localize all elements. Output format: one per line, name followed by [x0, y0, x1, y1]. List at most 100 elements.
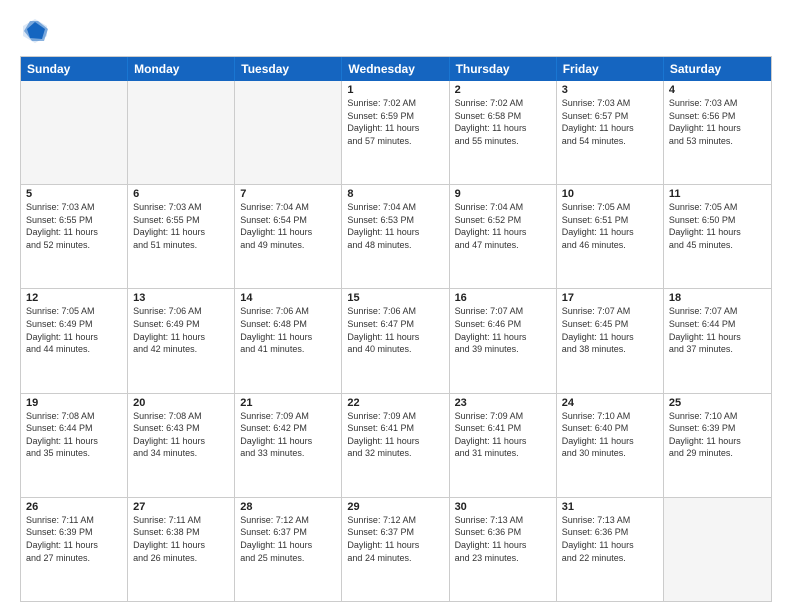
calendar-cell: 3Sunrise: 7:03 AM Sunset: 6:57 PM Daylig…	[557, 81, 664, 184]
day-number: 13	[133, 292, 229, 304]
cell-info: Sunrise: 7:12 AM Sunset: 6:37 PM Dayligh…	[240, 514, 336, 564]
calendar: SundayMondayTuesdayWednesdayThursdayFrid…	[20, 56, 772, 602]
day-number: 2	[455, 84, 551, 96]
day-number: 23	[455, 397, 551, 409]
calendar-cell	[235, 81, 342, 184]
calendar-cell: 13Sunrise: 7:06 AM Sunset: 6:49 PM Dayli…	[128, 289, 235, 392]
cell-info: Sunrise: 7:02 AM Sunset: 6:59 PM Dayligh…	[347, 97, 443, 147]
calendar-cell: 11Sunrise: 7:05 AM Sunset: 6:50 PM Dayli…	[664, 185, 771, 288]
calendar-cell: 8Sunrise: 7:04 AM Sunset: 6:53 PM Daylig…	[342, 185, 449, 288]
calendar-cell: 12Sunrise: 7:05 AM Sunset: 6:49 PM Dayli…	[21, 289, 128, 392]
calendar-cell: 9Sunrise: 7:04 AM Sunset: 6:52 PM Daylig…	[450, 185, 557, 288]
calendar-cell: 23Sunrise: 7:09 AM Sunset: 6:41 PM Dayli…	[450, 394, 557, 497]
day-number: 27	[133, 501, 229, 513]
day-number: 12	[26, 292, 122, 304]
cell-info: Sunrise: 7:09 AM Sunset: 6:41 PM Dayligh…	[347, 410, 443, 460]
day-number: 10	[562, 188, 658, 200]
cell-info: Sunrise: 7:06 AM Sunset: 6:48 PM Dayligh…	[240, 305, 336, 355]
calendar-cell: 2Sunrise: 7:02 AM Sunset: 6:58 PM Daylig…	[450, 81, 557, 184]
day-number: 6	[133, 188, 229, 200]
calendar-cell: 25Sunrise: 7:10 AM Sunset: 6:39 PM Dayli…	[664, 394, 771, 497]
calendar-cell: 6Sunrise: 7:03 AM Sunset: 6:55 PM Daylig…	[128, 185, 235, 288]
cell-info: Sunrise: 7:04 AM Sunset: 6:53 PM Dayligh…	[347, 201, 443, 251]
cell-info: Sunrise: 7:04 AM Sunset: 6:54 PM Dayligh…	[240, 201, 336, 251]
calendar-cell: 29Sunrise: 7:12 AM Sunset: 6:37 PM Dayli…	[342, 498, 449, 601]
weekday-header: Saturday	[664, 57, 771, 81]
calendar-cell: 17Sunrise: 7:07 AM Sunset: 6:45 PM Dayli…	[557, 289, 664, 392]
cell-info: Sunrise: 7:05 AM Sunset: 6:49 PM Dayligh…	[26, 305, 122, 355]
calendar-cell: 24Sunrise: 7:10 AM Sunset: 6:40 PM Dayli…	[557, 394, 664, 497]
calendar-row: 19Sunrise: 7:08 AM Sunset: 6:44 PM Dayli…	[21, 394, 771, 498]
calendar-cell: 26Sunrise: 7:11 AM Sunset: 6:39 PM Dayli…	[21, 498, 128, 601]
cell-info: Sunrise: 7:10 AM Sunset: 6:39 PM Dayligh…	[669, 410, 766, 460]
calendar-cell: 5Sunrise: 7:03 AM Sunset: 6:55 PM Daylig…	[21, 185, 128, 288]
cell-info: Sunrise: 7:09 AM Sunset: 6:42 PM Dayligh…	[240, 410, 336, 460]
calendar-cell: 19Sunrise: 7:08 AM Sunset: 6:44 PM Dayli…	[21, 394, 128, 497]
calendar-cell: 21Sunrise: 7:09 AM Sunset: 6:42 PM Dayli…	[235, 394, 342, 497]
header	[20, 16, 772, 46]
calendar-cell: 22Sunrise: 7:09 AM Sunset: 6:41 PM Dayli…	[342, 394, 449, 497]
day-number: 14	[240, 292, 336, 304]
calendar-cell: 7Sunrise: 7:04 AM Sunset: 6:54 PM Daylig…	[235, 185, 342, 288]
day-number: 20	[133, 397, 229, 409]
cell-info: Sunrise: 7:03 AM Sunset: 6:55 PM Dayligh…	[26, 201, 122, 251]
calendar-cell: 14Sunrise: 7:06 AM Sunset: 6:48 PM Dayli…	[235, 289, 342, 392]
cell-info: Sunrise: 7:09 AM Sunset: 6:41 PM Dayligh…	[455, 410, 551, 460]
cell-info: Sunrise: 7:13 AM Sunset: 6:36 PM Dayligh…	[455, 514, 551, 564]
day-number: 24	[562, 397, 658, 409]
cell-info: Sunrise: 7:03 AM Sunset: 6:55 PM Dayligh…	[133, 201, 229, 251]
day-number: 26	[26, 501, 122, 513]
cell-info: Sunrise: 7:08 AM Sunset: 6:43 PM Dayligh…	[133, 410, 229, 460]
calendar-cell	[21, 81, 128, 184]
weekday-header: Thursday	[450, 57, 557, 81]
calendar-cell: 4Sunrise: 7:03 AM Sunset: 6:56 PM Daylig…	[664, 81, 771, 184]
calendar-cell: 1Sunrise: 7:02 AM Sunset: 6:59 PM Daylig…	[342, 81, 449, 184]
calendar-row: 5Sunrise: 7:03 AM Sunset: 6:55 PM Daylig…	[21, 185, 771, 289]
cell-info: Sunrise: 7:08 AM Sunset: 6:44 PM Dayligh…	[26, 410, 122, 460]
cell-info: Sunrise: 7:12 AM Sunset: 6:37 PM Dayligh…	[347, 514, 443, 564]
calendar-cell: 31Sunrise: 7:13 AM Sunset: 6:36 PM Dayli…	[557, 498, 664, 601]
cell-info: Sunrise: 7:06 AM Sunset: 6:47 PM Dayligh…	[347, 305, 443, 355]
page: SundayMondayTuesdayWednesdayThursdayFrid…	[0, 0, 792, 612]
cell-info: Sunrise: 7:02 AM Sunset: 6:58 PM Dayligh…	[455, 97, 551, 147]
day-number: 29	[347, 501, 443, 513]
cell-info: Sunrise: 7:05 AM Sunset: 6:50 PM Dayligh…	[669, 201, 766, 251]
cell-info: Sunrise: 7:07 AM Sunset: 6:46 PM Dayligh…	[455, 305, 551, 355]
logo-icon	[20, 16, 50, 46]
day-number: 30	[455, 501, 551, 513]
day-number: 17	[562, 292, 658, 304]
cell-info: Sunrise: 7:06 AM Sunset: 6:49 PM Dayligh…	[133, 305, 229, 355]
day-number: 31	[562, 501, 658, 513]
day-number: 22	[347, 397, 443, 409]
calendar-cell: 16Sunrise: 7:07 AM Sunset: 6:46 PM Dayli…	[450, 289, 557, 392]
day-number: 3	[562, 84, 658, 96]
day-number: 9	[455, 188, 551, 200]
day-number: 18	[669, 292, 766, 304]
weekday-header: Tuesday	[235, 57, 342, 81]
calendar-cell: 27Sunrise: 7:11 AM Sunset: 6:38 PM Dayli…	[128, 498, 235, 601]
day-number: 8	[347, 188, 443, 200]
calendar-cell: 18Sunrise: 7:07 AM Sunset: 6:44 PM Dayli…	[664, 289, 771, 392]
cell-info: Sunrise: 7:03 AM Sunset: 6:56 PM Dayligh…	[669, 97, 766, 147]
calendar-row: 26Sunrise: 7:11 AM Sunset: 6:39 PM Dayli…	[21, 498, 771, 601]
calendar-cell	[128, 81, 235, 184]
day-number: 5	[26, 188, 122, 200]
weekday-header: Wednesday	[342, 57, 449, 81]
day-number: 25	[669, 397, 766, 409]
cell-info: Sunrise: 7:04 AM Sunset: 6:52 PM Dayligh…	[455, 201, 551, 251]
cell-info: Sunrise: 7:13 AM Sunset: 6:36 PM Dayligh…	[562, 514, 658, 564]
cell-info: Sunrise: 7:07 AM Sunset: 6:45 PM Dayligh…	[562, 305, 658, 355]
calendar-cell	[664, 498, 771, 601]
cell-info: Sunrise: 7:11 AM Sunset: 6:39 PM Dayligh…	[26, 514, 122, 564]
day-number: 21	[240, 397, 336, 409]
calendar-body: 1Sunrise: 7:02 AM Sunset: 6:59 PM Daylig…	[21, 81, 771, 601]
calendar-cell: 15Sunrise: 7:06 AM Sunset: 6:47 PM Dayli…	[342, 289, 449, 392]
calendar-cell: 28Sunrise: 7:12 AM Sunset: 6:37 PM Dayli…	[235, 498, 342, 601]
weekday-header: Sunday	[21, 57, 128, 81]
weekday-header: Monday	[128, 57, 235, 81]
calendar-row: 1Sunrise: 7:02 AM Sunset: 6:59 PM Daylig…	[21, 81, 771, 185]
calendar-cell: 10Sunrise: 7:05 AM Sunset: 6:51 PM Dayli…	[557, 185, 664, 288]
cell-info: Sunrise: 7:03 AM Sunset: 6:57 PM Dayligh…	[562, 97, 658, 147]
weekday-header: Friday	[557, 57, 664, 81]
day-number: 4	[669, 84, 766, 96]
